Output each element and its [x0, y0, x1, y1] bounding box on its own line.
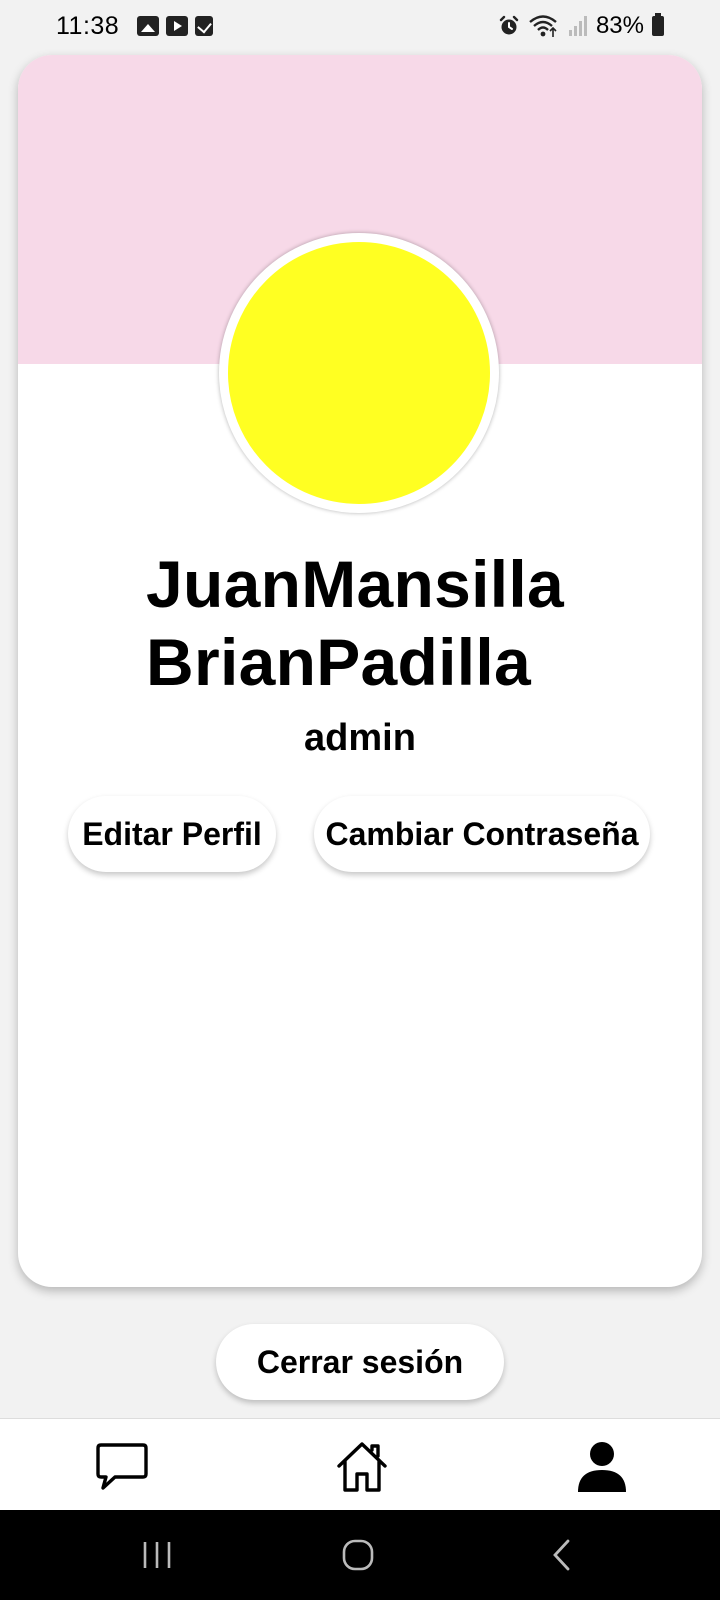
change-password-button[interactable]: Cambiar Contraseña: [314, 796, 650, 872]
wifi-icon: [529, 15, 557, 37]
recents-button[interactable]: [140, 1538, 174, 1572]
system-home-button[interactable]: [341, 1538, 375, 1572]
home-icon: [337, 1442, 387, 1492]
recents-icon: [143, 1542, 171, 1568]
profile-role: admin: [304, 717, 416, 759]
status-bar: 11:38 83%: [0, 0, 720, 52]
profile-name: JuanMansilla BrianPadilla: [146, 545, 564, 701]
back-icon: [553, 1539, 570, 1571]
logout-button[interactable]: Cerrar sesión: [216, 1324, 504, 1400]
task-check-icon: [195, 16, 214, 36]
notification-icons: [137, 16, 214, 36]
edit-profile-button[interactable]: Editar Perfil: [68, 796, 276, 872]
nav-home[interactable]: [332, 1437, 392, 1497]
profile-name-line2: BrianPadilla: [146, 625, 532, 699]
back-button[interactable]: [548, 1538, 574, 1572]
status-time: 11:38: [56, 11, 120, 40]
profile-card: JuanMansilla BrianPadilla admin Editar P…: [18, 55, 702, 1287]
status-left: 11:38: [56, 11, 214, 41]
avatar[interactable]: [219, 233, 499, 513]
youtube-icon: [166, 16, 189, 36]
home-circle-icon: [342, 1539, 374, 1571]
status-right: 83%: [498, 12, 664, 40]
profile-icon: [578, 1442, 626, 1492]
profile-name-line1: JuanMansilla: [146, 547, 565, 621]
gallery-icon: [137, 16, 160, 36]
alarm-icon: [499, 15, 519, 35]
nav-profile[interactable]: [572, 1437, 632, 1497]
bottom-nav: [0, 1418, 720, 1510]
battery-percentage: 83%: [595, 12, 644, 39]
chat-icon: [96, 1443, 148, 1490]
signal-icon: [568, 16, 587, 36]
battery-icon: [652, 13, 664, 36]
nav-chat[interactable]: [92, 1437, 152, 1497]
system-nav-bar: [0, 1510, 720, 1600]
